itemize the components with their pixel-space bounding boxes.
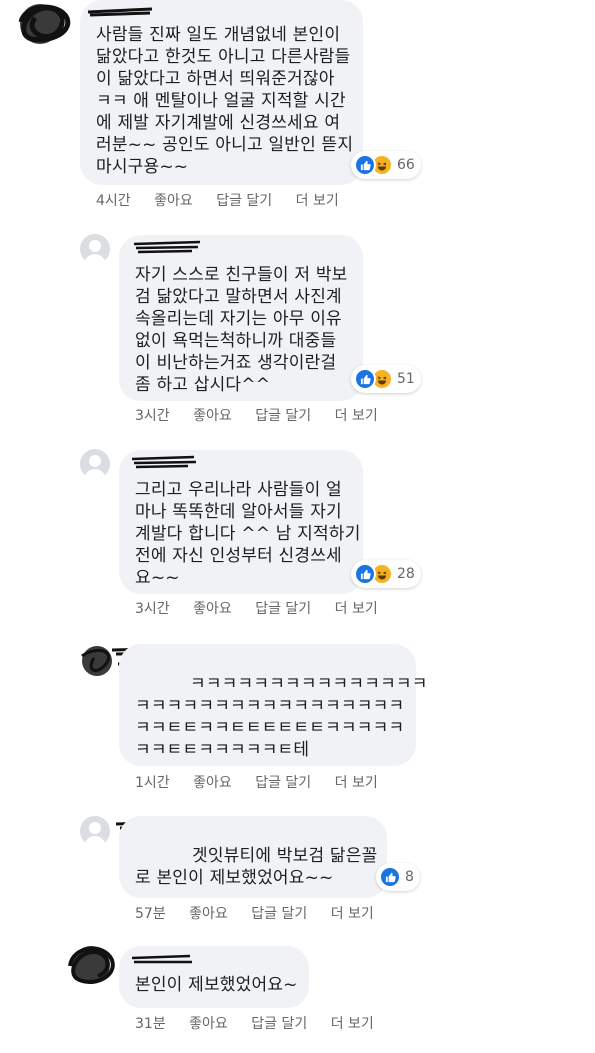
comment: 사람들 진짜 일도 개념없네 본인이 닮았다고 한것도 아니고 다른사람들 이 …: [0, 0, 595, 215]
comment: 그리고 우리나라 사람들이 얼 마나 똑똑한데 알아서들 자기 계발다 합니다 …: [0, 445, 595, 625]
timestamp[interactable]: 4시간: [96, 190, 131, 210]
like-link[interactable]: 좋아요: [189, 903, 228, 923]
more-link[interactable]: 더 보기: [335, 598, 378, 618]
comment-text: 본인이 제보했었어요~: [135, 975, 298, 995]
avatar[interactable]: [80, 449, 110, 479]
comment-text: 그리고 우리나라 사람들이 얼 마나 똑똑한데 알아서들 자기 계발다 합니다 …: [135, 480, 361, 588]
avatar[interactable]: [20, 4, 60, 44]
comment-text: 로 본인이 제보했었어요~~: [135, 868, 334, 888]
comment-text: 겟잇뷰티에 박보검 닮은꼴: [192, 846, 378, 866]
reply-link[interactable]: 답글 달기: [216, 190, 272, 210]
comment-text: ㅋㅋㅋㅋㅋㅋㅋㅋㅋㅋㅋㅋㅋㅋㅋㅋㅋ ㅋㅋㅌㅌㅋㅋㅌㅌㅌㅌㅌㅌㅋㅋㅋㅋㅋ ㅋㅋㅌㅌ…: [135, 696, 405, 760]
more-link[interactable]: 더 보기: [331, 903, 374, 923]
more-link[interactable]: 더 보기: [335, 405, 378, 425]
like-link[interactable]: 좋아요: [154, 190, 193, 210]
like-icon: [354, 563, 376, 585]
comment-actions: 31분 좋아요 답글 달기 더 보기: [135, 1013, 393, 1033]
like-link[interactable]: 좋아요: [193, 405, 232, 425]
timestamp[interactable]: 3시간: [135, 405, 170, 425]
like-link[interactable]: 좋아요: [189, 1013, 228, 1033]
comment: 자기 스스로 친구들이 저 박보 검 닮았다고 말하면서 사진계 속올리는데 자…: [0, 230, 595, 430]
avatar[interactable]: [80, 816, 110, 846]
reply-link[interactable]: 답글 달기: [255, 772, 311, 792]
comment-actions: 3시간 좋아요 답글 달기 더 보기: [135, 598, 397, 618]
like-icon: [354, 154, 376, 176]
timestamp[interactable]: 57분: [135, 903, 166, 923]
reaction-summary[interactable]: 28: [351, 560, 421, 588]
comment: 겟잇뷰티에 박보검 닮은꼴 로 본인이 제보했었어요~~ 8 57분 좋아요 답…: [0, 810, 595, 930]
like-icon: [379, 866, 401, 888]
reply-link[interactable]: 답글 달기: [251, 1013, 307, 1033]
reaction-count: 28: [397, 566, 415, 582]
comment-text: ㅋㅋㅋㅋㅋㅋㅋㅋㅋㅋㅋㅋㅋㅋㅋ: [190, 674, 428, 694]
comment: 본인이 제보했었어요~ 31분 좋아요 답글 달기 더 보기: [0, 940, 595, 1050]
timestamp[interactable]: 1시간: [135, 772, 170, 792]
more-link[interactable]: 더 보기: [296, 190, 339, 210]
like-link[interactable]: 좋아요: [193, 598, 232, 618]
avatar[interactable]: [82, 646, 112, 676]
more-link[interactable]: 더 보기: [331, 1013, 374, 1033]
comment-actions: 3시간 좋아요 답글 달기 더 보기: [135, 405, 397, 425]
reply-link[interactable]: 답글 달기: [251, 903, 307, 923]
comment: ㅋㅋㅋㅋㅋㅋㅋㅋㅋㅋㅋㅋㅋㅋㅋ ㅋㅋㅋㅋㅋㅋㅋㅋㅋㅋㅋㅋㅋㅋㅋㅋㅋ ㅋㅋㅌㅌㅋㅋ…: [0, 640, 595, 795]
like-link[interactable]: 좋아요: [193, 772, 232, 792]
reaction-count: 51: [397, 371, 415, 387]
reaction-count: 8: [405, 869, 414, 885]
comment-text: 자기 스스로 친구들이 저 박보 검 닮았다고 말하면서 사진계 속올리는데 자…: [135, 265, 348, 395]
reaction-summary[interactable]: 66: [351, 151, 421, 179]
timestamp[interactable]: 31분: [135, 1013, 166, 1033]
reaction-summary[interactable]: 51: [351, 365, 421, 393]
reply-link[interactable]: 답글 달기: [255, 598, 311, 618]
like-icon: [354, 368, 376, 390]
comment-actions: 57분 좋아요 답글 달기 더 보기: [135, 903, 393, 923]
avatar[interactable]: [80, 234, 110, 264]
reply-link[interactable]: 답글 달기: [255, 405, 311, 425]
more-link[interactable]: 더 보기: [335, 772, 378, 792]
comment-text: 사람들 진짜 일도 개념없네 본인이 닮았다고 한것도 아니고 다른사람들 이 …: [96, 25, 354, 177]
comment-actions: 1시간 좋아요 답글 달기 더 보기: [135, 772, 397, 792]
avatar[interactable]: [72, 946, 110, 984]
timestamp[interactable]: 3시간: [135, 598, 170, 618]
reaction-summary[interactable]: 8: [376, 863, 420, 891]
comment-actions: 4시간 좋아요 답글 달기 더 보기: [96, 190, 358, 210]
reaction-count: 66: [397, 157, 415, 173]
